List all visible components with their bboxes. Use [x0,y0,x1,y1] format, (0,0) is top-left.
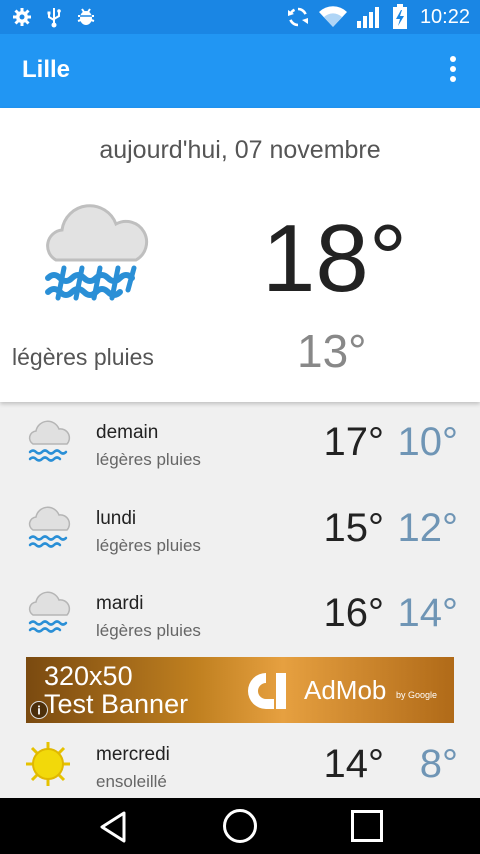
navigation-bar [0,798,480,854]
status-right-icons: 10:22 [286,4,470,30]
today-low-temp: 13° [297,325,367,377]
status-bar: 10:22 [0,0,480,34]
forecast-day: mardi [96,593,144,614]
battery-charging-icon [392,4,407,29]
forecast-list: demain légères pluies 17° 10° lundi légè… [0,402,480,798]
forecast-low-temp: 14° [397,591,459,635]
ad-banner[interactable]: 320x50 Test Banner AdMob by Google [26,657,454,723]
forecast-description: légères pluies [96,536,201,555]
today-date: aujourd'hui, 07 novembre [99,136,381,164]
usb-icon [47,8,61,28]
sun-icon [26,742,70,786]
light-rain-icon [28,591,71,633]
forecast-row-mardi[interactable]: mardi légères pluies 16° 14° [0,573,480,657]
forecast-day: mercredi [96,744,170,765]
forecast-description: légères pluies [96,621,201,640]
home-icon[interactable] [223,809,257,843]
today-card[interactable]: aujourd'hui, 07 novembre légères pluies … [0,108,480,402]
android-debug-icon [77,8,95,25]
forecast-high-temp: 14° [323,742,385,786]
forecast-row-lundi[interactable]: lundi légères pluies 15° 12° [0,488,480,572]
recent-apps-icon[interactable] [351,810,383,842]
ad-brand: AdMob [304,675,387,705]
forecast-high-temp: 16° [323,591,385,635]
forecast-description: légères pluies [96,450,201,469]
ad-size-label: 320x50 [44,661,133,691]
light-rain-icon [45,204,149,301]
admob-logo-icon [248,673,286,709]
today-description: légères pluies [12,344,154,370]
settings-gear-icon [13,8,31,26]
forecast-high-temp: 15° [323,506,385,550]
back-icon[interactable] [98,810,128,844]
ad-test-label: Test Banner [44,689,189,719]
wifi-icon [318,6,347,27]
app-title: Lille [22,56,71,83]
today-high-temp: 18° [262,205,408,312]
info-icon[interactable] [30,701,48,719]
app-bar: Lille [0,34,480,108]
status-left-icons [12,6,96,28]
forecast-row-mercredi[interactable]: mercredi ensoleillé 14° 8° [0,724,480,808]
overflow-menu-icon[interactable] [446,56,460,86]
forecast-description: ensoleillé [96,772,167,791]
forecast-day: lundi [96,508,137,529]
forecast-low-temp: 12° [397,506,459,550]
forecast-low-temp: 10° [397,420,459,464]
sync-icon [287,7,308,27]
ad-by-google: by Google [396,690,438,700]
clock: 10:22 [419,5,470,28]
light-rain-icon [28,506,71,548]
signal-icon [356,7,379,28]
forecast-high-temp: 17° [323,420,385,464]
forecast-low-temp: 8° [419,742,458,786]
forecast-row-demain[interactable]: demain légères pluies 17° 10° [0,402,480,486]
forecast-day: demain [96,422,159,443]
light-rain-icon [28,420,71,462]
